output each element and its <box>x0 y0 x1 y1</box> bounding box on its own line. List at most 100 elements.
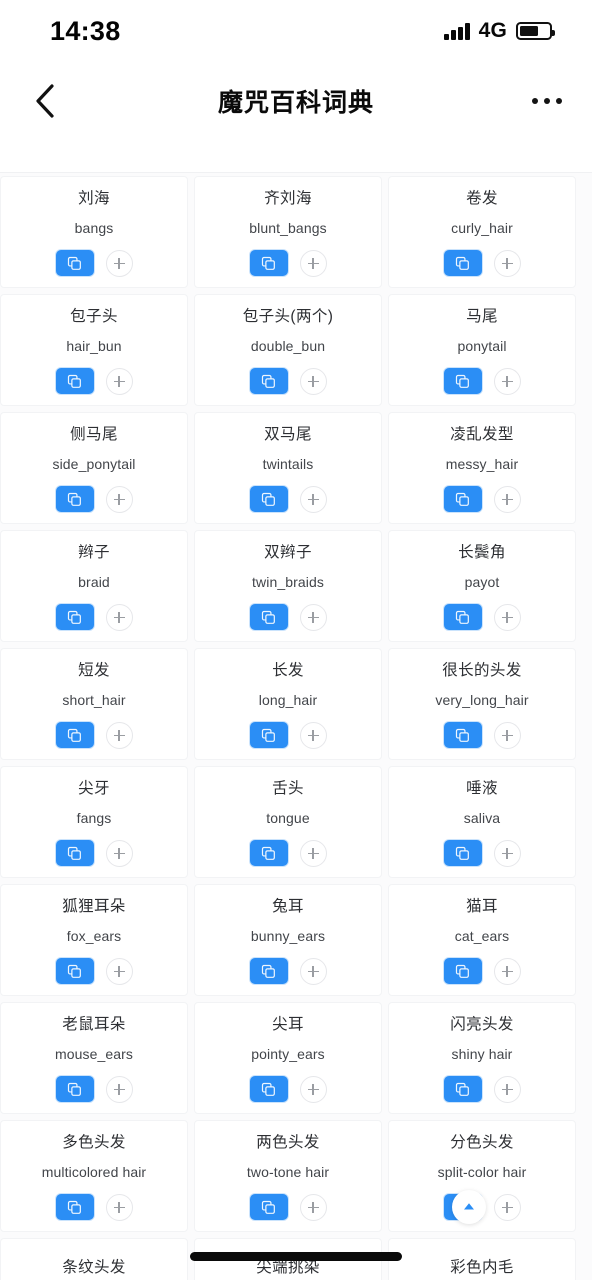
add-button[interactable] <box>493 1193 521 1221</box>
copy-button[interactable] <box>443 368 482 395</box>
copy-icon <box>67 1200 81 1214</box>
more-horizontal-icon <box>555 97 563 105</box>
add-button[interactable] <box>105 249 133 277</box>
add-button[interactable] <box>105 603 133 631</box>
dictionary-card[interactable]: 狐狸耳朵 fox_ears <box>0 884 188 996</box>
dictionary-card[interactable]: 马尾 ponytail <box>388 294 576 406</box>
dictionary-card[interactable]: 双辫子 twin_braids <box>194 530 382 642</box>
add-button[interactable] <box>493 839 521 867</box>
copy-icon <box>67 964 81 978</box>
add-button[interactable] <box>299 1075 327 1103</box>
dictionary-card[interactable]: 兔耳 bunny_ears <box>194 884 382 996</box>
add-button[interactable] <box>105 1193 133 1221</box>
add-button[interactable] <box>299 1193 327 1221</box>
dictionary-card[interactable]: 舌头 tongue <box>194 766 382 878</box>
add-button[interactable] <box>299 721 327 749</box>
dictionary-card[interactable]: 双马尾 twintails <box>194 412 382 524</box>
copy-button[interactable] <box>249 604 288 631</box>
copy-button[interactable] <box>443 604 482 631</box>
add-button[interactable] <box>493 367 521 395</box>
add-button[interactable] <box>105 1075 133 1103</box>
card-actions <box>249 249 327 277</box>
copy-button[interactable] <box>55 958 94 985</box>
copy-button[interactable] <box>55 1194 94 1221</box>
dictionary-card[interactable]: 长发 long_hair <box>194 648 382 760</box>
copy-button[interactable] <box>443 486 482 513</box>
copy-button[interactable] <box>249 250 288 277</box>
dictionary-card[interactable]: 长鬓角 payot <box>388 530 576 642</box>
dictionary-card[interactable]: 包子头 hair_bun <box>0 294 188 406</box>
copy-button[interactable] <box>249 368 288 395</box>
copy-icon <box>261 492 275 506</box>
copy-button[interactable] <box>443 250 482 277</box>
add-button[interactable] <box>299 367 327 395</box>
copy-button[interactable] <box>443 840 482 867</box>
copy-button[interactable] <box>55 840 94 867</box>
add-button[interactable] <box>105 839 133 867</box>
back-button[interactable] <box>26 82 64 120</box>
copy-button[interactable] <box>443 1076 482 1103</box>
add-button[interactable] <box>105 367 133 395</box>
copy-button[interactable] <box>249 840 288 867</box>
add-button[interactable] <box>493 1075 521 1103</box>
dictionary-grid-container[interactable]: 刘海 bangs 齐刘海 blunt_bangs 卷发 curly_hair 包子头 hair… <box>0 173 592 1280</box>
card-english-label: twin_braids <box>252 573 324 590</box>
dictionary-card[interactable]: 尖耳 pointy_ears <box>194 1002 382 1114</box>
add-button[interactable] <box>105 485 133 513</box>
add-button[interactable] <box>299 603 327 631</box>
copy-button[interactable] <box>55 604 94 631</box>
copy-button[interactable] <box>249 722 288 749</box>
copy-button[interactable] <box>249 1194 288 1221</box>
dictionary-card[interactable]: 刘海 bangs <box>0 176 188 288</box>
add-button[interactable] <box>299 839 327 867</box>
add-button[interactable] <box>493 249 521 277</box>
dictionary-card[interactable]: 多色头发 multicolored hair <box>0 1120 188 1232</box>
add-button[interactable] <box>299 485 327 513</box>
dictionary-card[interactable]: 短发 short_hair <box>0 648 188 760</box>
add-button[interactable] <box>105 721 133 749</box>
copy-button[interactable] <box>443 958 482 985</box>
copy-button[interactable] <box>249 486 288 513</box>
copy-icon <box>67 492 81 506</box>
add-button[interactable] <box>493 603 521 631</box>
dictionary-card[interactable]: 老鼠耳朵 mouse_ears <box>0 1002 188 1114</box>
copy-button[interactable] <box>55 722 94 749</box>
copy-button[interactable] <box>249 1076 288 1103</box>
card-actions <box>249 1075 327 1103</box>
add-button[interactable] <box>299 957 327 985</box>
dictionary-card[interactable]: 包子头(两个) double_bun <box>194 294 382 406</box>
copy-button[interactable] <box>55 368 94 395</box>
card-chinese-label: 多色头发 <box>62 1134 126 1152</box>
add-button[interactable] <box>105 957 133 985</box>
dictionary-card[interactable]: 侧马尾 side_ponytail <box>0 412 188 524</box>
dictionary-card[interactable]: 两色头发 two-tone hair <box>194 1120 382 1232</box>
add-button[interactable] <box>299 249 327 277</box>
dictionary-card[interactable]: 猫耳 cat_ears <box>388 884 576 996</box>
copy-button[interactable] <box>443 722 482 749</box>
scroll-to-top-button[interactable] <box>451 1190 486 1225</box>
dictionary-card[interactable]: 唾液 saliva <box>388 766 576 878</box>
dictionary-card[interactable]: 辫子 braid <box>0 530 188 642</box>
dictionary-card[interactable]: 卷发 curly_hair <box>388 176 576 288</box>
dictionary-card[interactable]: 条纹头发 <box>0 1238 188 1280</box>
copy-button[interactable] <box>249 958 288 985</box>
copy-button[interactable] <box>55 250 94 277</box>
add-button[interactable] <box>493 485 521 513</box>
dictionary-card[interactable]: 尖牙 fangs <box>0 766 188 878</box>
copy-button[interactable] <box>55 486 94 513</box>
dictionary-card[interactable]: 闪亮头发 shiny hair <box>388 1002 576 1114</box>
copy-button[interactable] <box>55 1076 94 1103</box>
add-button[interactable] <box>493 957 521 985</box>
more-horizontal-icon <box>531 97 539 105</box>
add-button[interactable] <box>493 721 521 749</box>
copy-icon <box>67 256 81 270</box>
dictionary-card[interactable]: 齐刘海 blunt_bangs <box>194 176 382 288</box>
card-english-label: messy_hair <box>445 455 519 472</box>
dictionary-card[interactable]: 很长的头发 very_long_hair <box>388 648 576 760</box>
dictionary-card[interactable]: 彩色内毛 <box>388 1238 576 1280</box>
dictionary-card[interactable]: 凌乱发型 messy_hair <box>388 412 576 524</box>
card-english-label: long_hair <box>258 691 318 708</box>
card-chinese-label: 闪亮头发 <box>450 1016 514 1034</box>
card-english-label: two-tone hair <box>246 1163 330 1180</box>
more-options-button[interactable] <box>524 82 570 120</box>
